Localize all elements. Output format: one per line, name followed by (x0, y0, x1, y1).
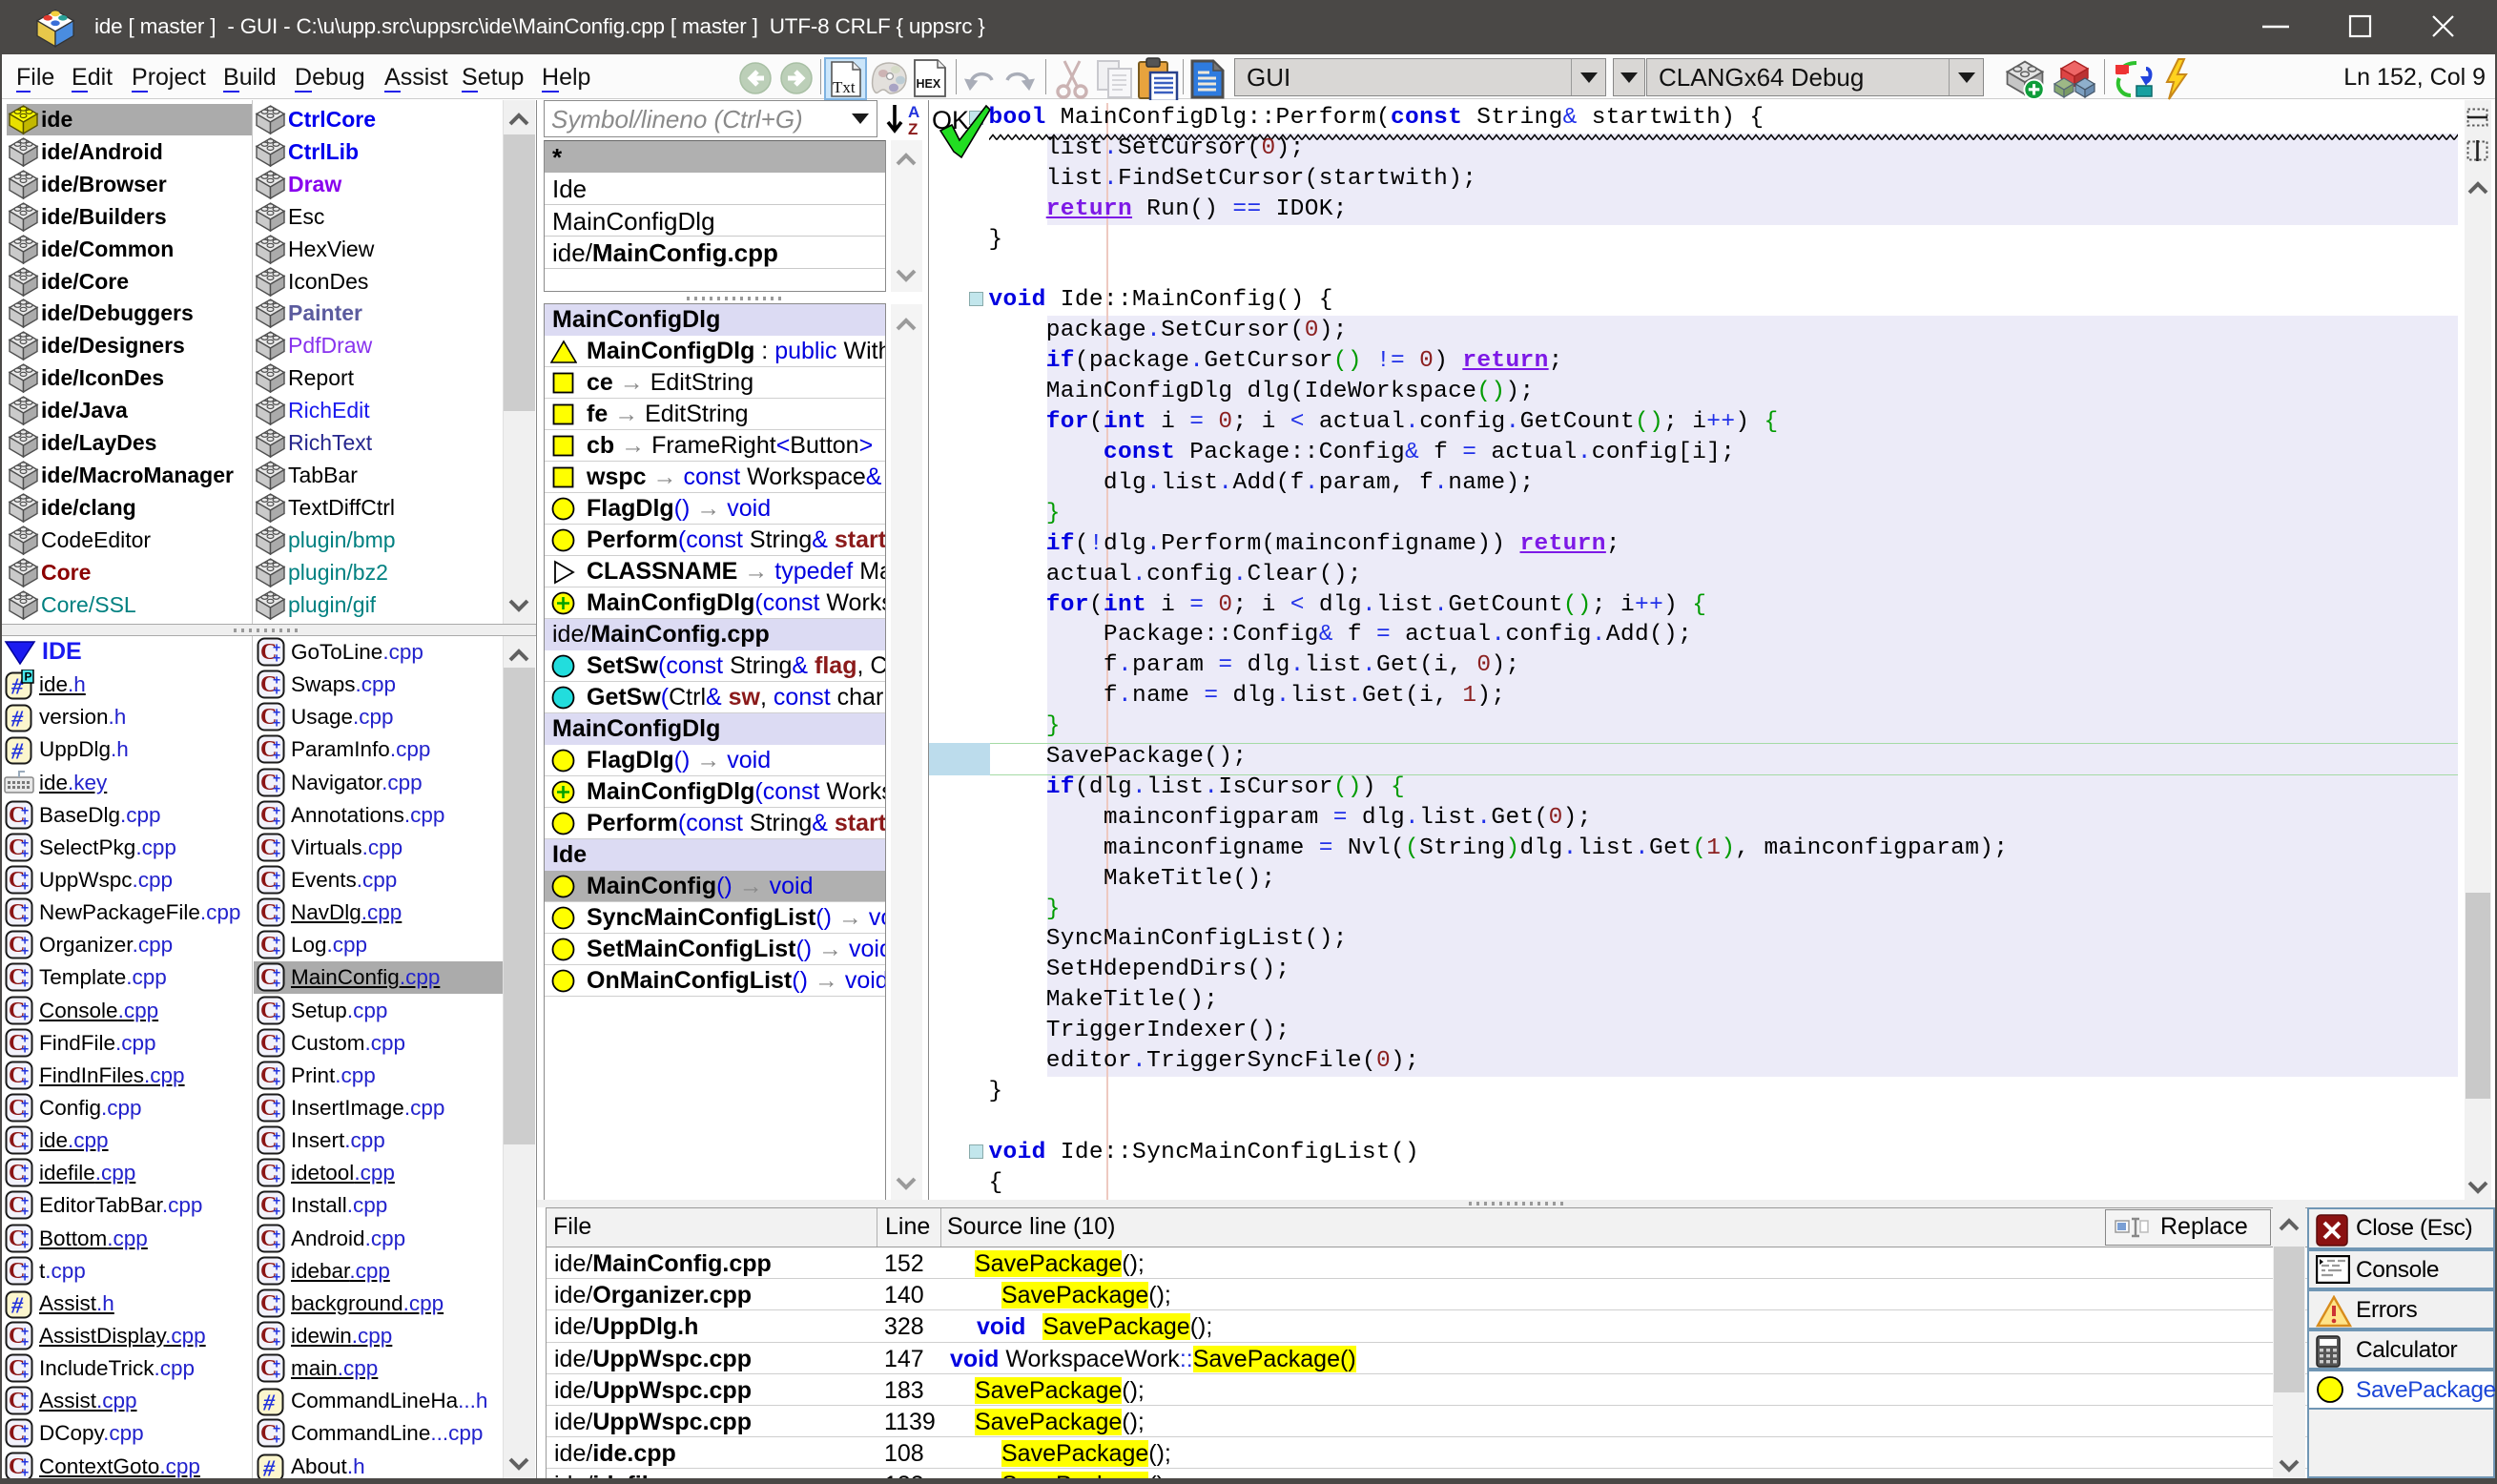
svg-text:+: + (273, 780, 280, 795)
svg-text:+: + (21, 1106, 29, 1122)
svg-text:+: + (273, 813, 280, 828)
svg-text:+: + (21, 1171, 29, 1186)
svg-text:+: + (273, 943, 280, 958)
svg-text:+: + (21, 813, 29, 828)
svg-text:+: + (21, 911, 29, 926)
svg-text:+: + (273, 911, 280, 926)
svg-text:HEX: HEX (917, 77, 941, 91)
svg-text:+: + (21, 878, 29, 894)
svg-text:+: + (273, 1139, 280, 1154)
svg-text:+: + (273, 1268, 280, 1284)
svg-text:+: + (21, 1432, 29, 1447)
svg-text:+: + (21, 1008, 29, 1023)
svg-text:+: + (273, 1432, 280, 1447)
svg-text:+: + (21, 1367, 29, 1382)
svg-text:+: + (273, 1333, 280, 1349)
svg-text:+: + (21, 976, 29, 991)
svg-text:+: + (273, 1008, 280, 1023)
svg-text:+: + (21, 845, 29, 860)
svg-text:+: + (21, 1139, 29, 1154)
svg-text:+: + (273, 1171, 280, 1186)
svg-text:#: # (262, 1456, 276, 1481)
svg-text:+: + (273, 748, 280, 763)
svg-text:+: + (21, 1073, 29, 1088)
svg-text:A: A (908, 103, 919, 121)
svg-text:+: + (273, 715, 280, 731)
svg-text:+: + (21, 1464, 29, 1479)
svg-text:+: + (21, 1041, 29, 1056)
svg-text:#: # (10, 708, 24, 732)
svg-text:Txt: Txt (833, 78, 856, 96)
svg-text:+: + (21, 1268, 29, 1284)
svg-text:+: + (273, 845, 280, 860)
svg-text:+: + (21, 1333, 29, 1349)
svg-text:+: + (273, 683, 280, 698)
svg-text:+: + (21, 1236, 29, 1251)
svg-text:+: + (273, 1367, 280, 1382)
svg-text:+: + (273, 1106, 280, 1122)
svg-text:Z: Z (908, 120, 918, 137)
svg-text:+: + (273, 1236, 280, 1251)
svg-text:+: + (273, 1301, 280, 1316)
svg-text:+: + (273, 1204, 280, 1219)
svg-text:+: + (21, 943, 29, 958)
svg-text:+: + (273, 976, 280, 991)
svg-text:#: # (10, 1293, 24, 1318)
svg-text:#: # (262, 1391, 276, 1416)
svg-text:+: + (273, 1041, 280, 1056)
svg-text:+: + (273, 878, 280, 894)
svg-text:P: P (25, 670, 32, 684)
svg-text:+: + (21, 1399, 29, 1414)
svg-text:+: + (21, 1204, 29, 1219)
svg-text:+: + (273, 650, 280, 666)
svg-text:#: # (10, 740, 24, 765)
svg-text:+: + (273, 1073, 280, 1088)
